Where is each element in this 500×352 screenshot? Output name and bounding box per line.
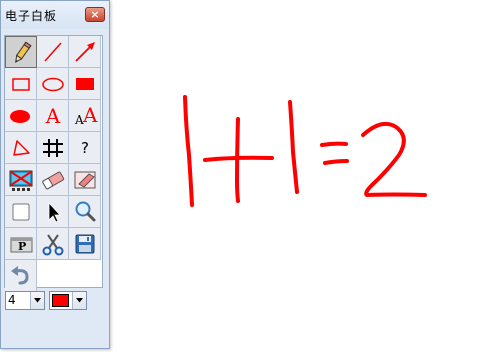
title-bar[interactable]: 电子白板 × <box>1 1 109 29</box>
select-tool-button[interactable] <box>37 196 69 228</box>
ellipse-tool-button[interactable] <box>37 68 69 100</box>
floppy-disk-icon <box>75 234 95 254</box>
line-icon <box>44 42 62 62</box>
close-icon: × <box>90 8 100 21</box>
filled-rectangle-tool-button[interactable] <box>69 68 101 100</box>
chevron-down-icon <box>34 298 41 303</box>
clear-screen-button[interactable] <box>5 164 37 196</box>
pen-color-swatch <box>52 294 69 307</box>
big-a-icon: A <box>83 103 98 127</box>
grid-tool-button[interactable] <box>37 132 69 164</box>
empty-palette-area <box>37 260 102 287</box>
magnifier-icon <box>75 201 96 222</box>
screen: 电子白板 × A A A ? P 4 <box>0 0 500 352</box>
handwritten-plus-vertical <box>235 117 240 203</box>
line-width-dropdown-arrow[interactable] <box>30 292 44 309</box>
pen-color-dropdown[interactable] <box>49 291 87 310</box>
area-eraser-tool-button[interactable] <box>69 164 101 196</box>
polygon-tool-button[interactable] <box>5 132 37 164</box>
line-tool-button[interactable] <box>37 36 69 68</box>
question-mark-icon: ? <box>81 139 89 157</box>
handwriting-drawing <box>183 95 427 207</box>
font-size-tool-button[interactable]: A A <box>69 100 101 132</box>
arrow-line-icon <box>75 42 95 62</box>
undo-button[interactable] <box>5 260 37 292</box>
rectangle-outline-icon <box>12 78 30 91</box>
rectangle-filled-icon <box>76 78 94 90</box>
scissors-icon <box>42 234 64 256</box>
clear-screen-icon <box>9 170 33 191</box>
help-button[interactable]: ? <box>69 132 101 164</box>
save-button[interactable] <box>69 228 101 260</box>
page-p-label: P <box>18 240 27 253</box>
cut-tool-button[interactable] <box>37 228 69 260</box>
area-eraser-icon <box>74 171 96 189</box>
line-width-dropdown[interactable]: 4 <box>5 291 45 310</box>
whiteboard-canvas[interactable] <box>114 0 500 352</box>
handwritten-one-right <box>288 100 299 194</box>
arrow-tool-button[interactable] <box>69 36 101 68</box>
whiteboard-tool-window: 电子白板 × A A A ? P 4 <box>0 0 110 349</box>
pencil-icon <box>15 41 32 63</box>
window-title: 电子白板 <box>5 9 58 23</box>
handwritten-one-left <box>183 95 194 207</box>
rectangle-tool-button[interactable] <box>5 68 37 100</box>
text-a-icon: A <box>45 104 61 128</box>
ellipse-outline-icon <box>42 77 64 92</box>
eraser-icon <box>42 171 65 190</box>
filled-ellipse-tool-button[interactable] <box>5 100 37 132</box>
tool-palette: A A A ? P <box>4 35 103 292</box>
line-width-value: 4 <box>8 293 16 307</box>
zoom-tool-button[interactable] <box>69 196 101 228</box>
grid-icon <box>43 139 63 157</box>
handwritten-equals-bottom <box>323 159 349 165</box>
close-button[interactable]: × <box>85 7 105 22</box>
polygon-icon <box>13 140 30 156</box>
handwritten-plus-horizontal <box>203 155 274 162</box>
new-page-button[interactable] <box>5 196 37 228</box>
chevron-down-icon <box>76 298 83 303</box>
pen-color-dropdown-arrow[interactable] <box>72 292 86 309</box>
ellipse-filled-icon <box>10 110 30 123</box>
handwritten-equals-top <box>320 141 348 147</box>
cursor-arrow-icon <box>48 201 61 223</box>
undo-arrow-icon <box>11 266 29 285</box>
page-button[interactable]: P <box>5 228 37 260</box>
text-tool-button[interactable]: A <box>37 100 69 132</box>
eraser-tool-button[interactable] <box>37 164 69 196</box>
pencil-tool-button[interactable] <box>5 36 37 68</box>
blank-page-icon <box>12 203 30 221</box>
handwritten-two <box>361 121 427 197</box>
